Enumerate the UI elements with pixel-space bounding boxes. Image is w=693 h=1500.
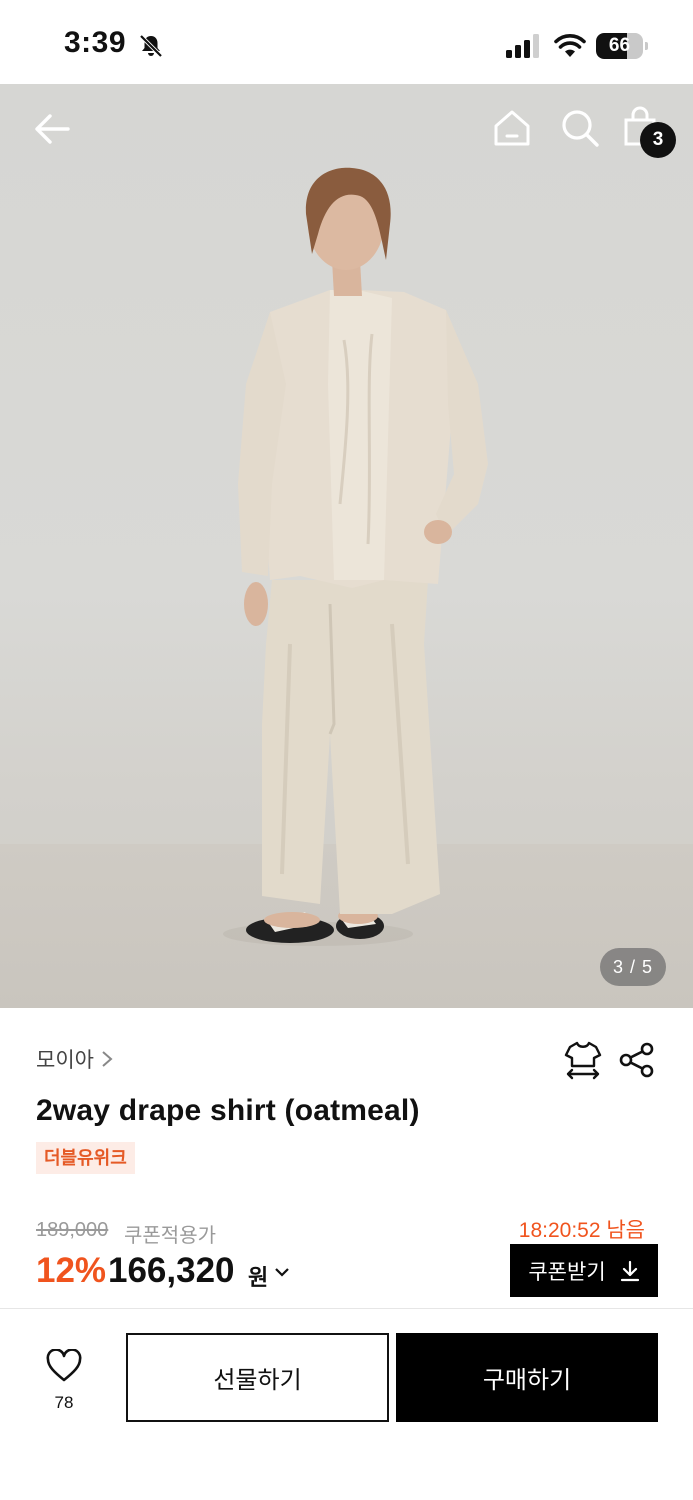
battery-icon: 66 — [596, 33, 648, 59]
coupon-countdown: 18:20:52 남음 — [518, 1219, 645, 1242]
signal-icon — [506, 34, 539, 58]
sale-price: 166,320 — [108, 1251, 235, 1290]
original-price: 189,000 — [36, 1219, 109, 1241]
download-icon — [620, 1260, 639, 1281]
get-coupon-button[interactable]: 쿠폰받기 — [510, 1244, 658, 1297]
get-coupon-label: 쿠폰받기 — [528, 1260, 606, 1284]
home-icon[interactable] — [490, 106, 534, 150]
coupon-price-label: 쿠폰적용가 — [124, 1225, 216, 1247]
discount-rate: 12% — [36, 1251, 107, 1290]
product-title: 2way drape shirt (oatmeal) — [36, 1094, 420, 1127]
heart-icon — [46, 1349, 82, 1382]
event-tag: 더블유위크 — [36, 1142, 135, 1174]
brand-name: 모이아 — [36, 1049, 94, 1072]
size-guide-icon[interactable] — [564, 1040, 602, 1080]
product-image-carousel[interactable]: 3 3 / 5 — [0, 84, 693, 1008]
share-icon[interactable] — [618, 1042, 656, 1078]
status-bar: 3:39 66 — [0, 0, 693, 84]
like-count: 78 — [54, 1393, 74, 1412]
chevron-right-icon — [102, 1051, 113, 1067]
image-page-indicator: 3 / 5 — [600, 948, 666, 986]
wifi-icon — [554, 34, 586, 57]
like-button[interactable]: 78 — [40, 1349, 88, 1419]
brand-link[interactable]: 모이아 — [36, 1044, 114, 1074]
cart-count-badge: 3 — [640, 122, 676, 158]
bottom-action-bar: 78 선물하기 구매하기 — [0, 1309, 693, 1500]
status-time: 3:39 — [64, 26, 127, 59]
buy-button[interactable]: 구매하기 — [396, 1333, 658, 1422]
battery-level: 66 — [608, 35, 631, 56]
product-header: 3 — [0, 84, 693, 174]
product-photo — [223, 167, 488, 946]
back-arrow-icon[interactable] — [32, 108, 74, 150]
chevron-down-icon[interactable] — [274, 1265, 290, 1279]
currency-unit[interactable]: 원 — [248, 1260, 268, 1292]
product-info: 모이아 2way drape shirt (oatmeal) 더블유위크 189… — [0, 1008, 693, 1306]
gift-button[interactable]: 선물하기 — [126, 1333, 389, 1422]
bell-slash-icon — [139, 34, 163, 58]
search-icon[interactable] — [558, 106, 602, 150]
